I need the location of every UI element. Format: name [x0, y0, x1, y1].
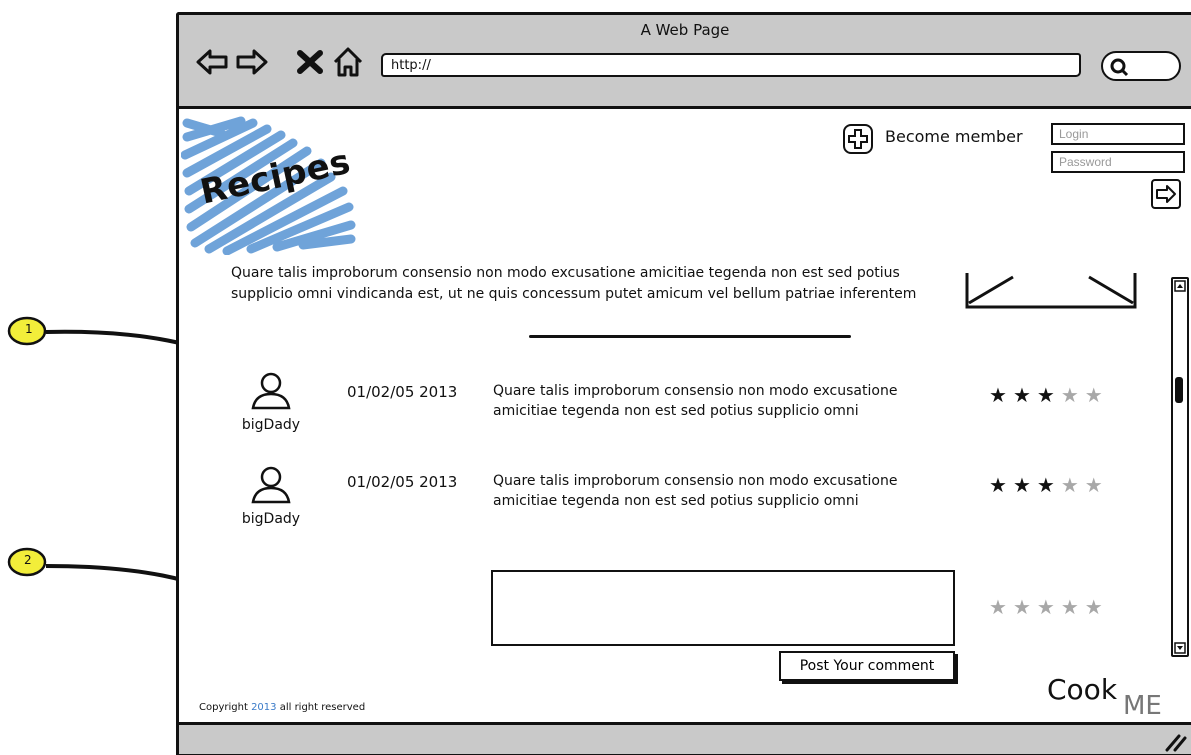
- arrow-up-icon: [1174, 280, 1186, 292]
- star-icon: ★: [989, 473, 1013, 497]
- intro-line: supplicio omni vindicanda est, ut ne qui…: [231, 286, 917, 302]
- annotation-marker-1: 1: [6, 314, 47, 346]
- page-scrollbar[interactable]: [1171, 277, 1189, 657]
- star-icon: ★: [1012, 473, 1037, 497]
- arrow-down-icon: [1174, 642, 1186, 654]
- browser-search-box[interactable]: [1101, 51, 1181, 81]
- forward-icon[interactable]: [235, 45, 269, 79]
- back-icon[interactable]: [195, 45, 229, 79]
- star-icon: ★: [1036, 383, 1061, 407]
- annotation-number-1: 1: [25, 322, 33, 336]
- star-icon[interactable]: ★: [1085, 595, 1109, 619]
- star-icon: ★: [1012, 383, 1037, 407]
- comment-line: Quare talis improborum consensio non mod…: [493, 383, 898, 399]
- search-icon: [1110, 58, 1129, 77]
- recipe-intro: Quare talis improborum consensio non mod…: [231, 263, 943, 305]
- browser-window: A Web Page http:// Recipes Become member…: [176, 12, 1191, 755]
- comment-date: 01/02/05 2013: [347, 473, 458, 491]
- scroll-up-button[interactable]: [1173, 279, 1187, 293]
- star-icon: ★: [1060, 473, 1085, 497]
- comment-username[interactable]: bigDady: [231, 511, 311, 527]
- home-icon[interactable]: [331, 45, 365, 79]
- add-member-icon[interactable]: [842, 123, 874, 155]
- comment-author: bigDady: [231, 465, 311, 527]
- copyright-prefix: Copyright: [199, 702, 248, 713]
- login-submit-button[interactable]: [1151, 179, 1181, 209]
- new-comment-input[interactable]: [491, 570, 955, 646]
- star-icon: ★: [1084, 473, 1109, 497]
- comment-author: bigDady: [231, 371, 311, 433]
- browser-toolbar: A Web Page http://: [179, 15, 1191, 109]
- arrow-right-icon: [1156, 185, 1176, 203]
- copyright-suffix: all right reserved: [279, 702, 366, 713]
- star-icon[interactable]: ★: [989, 595, 1013, 619]
- scroll-thumb[interactable]: [1175, 377, 1183, 403]
- comment-date: 01/02/05 2013: [347, 383, 458, 401]
- new-comment-rating[interactable]: ★★★★★: [989, 595, 1109, 619]
- comment-rating: ★★★★★: [989, 473, 1109, 497]
- star-icon: ★: [1084, 383, 1109, 407]
- star-icon: ★: [1060, 383, 1085, 407]
- resize-grip-icon[interactable]: [1161, 730, 1187, 752]
- annotation-number-2: 2: [24, 553, 32, 567]
- become-member-link[interactable]: Become member: [885, 127, 1023, 146]
- user-avatar-icon: [251, 466, 291, 504]
- star-icon[interactable]: ★: [1037, 595, 1061, 619]
- url-bar[interactable]: http://: [381, 53, 1081, 77]
- browser-status-bar: [179, 722, 1191, 754]
- star-icon: ★: [1036, 473, 1061, 497]
- comment-line: amicitiae tegenda non est sed potius sup…: [493, 403, 859, 419]
- section-divider: [529, 335, 851, 338]
- copyright-text: Copyright 2013 all right reserved: [199, 702, 365, 713]
- comment-line: amicitiae tegenda non est sed potius sup…: [493, 493, 859, 509]
- user-avatar-icon: [251, 372, 291, 410]
- annotation-marker-2: 2: [6, 545, 47, 577]
- stop-icon[interactable]: [293, 45, 327, 79]
- comment-rating: ★★★★★: [989, 383, 1109, 407]
- recipe-image-placeholder: [965, 273, 1137, 309]
- comment-username[interactable]: bigDady: [231, 417, 311, 433]
- post-comment-button[interactable]: Post Your comment: [779, 651, 955, 681]
- comment-body: Quare talis improborum consensio non mod…: [493, 381, 953, 421]
- login-field[interactable]: [1051, 123, 1185, 145]
- brand-me: ME: [1123, 691, 1162, 721]
- scroll-down-button[interactable]: [1173, 641, 1187, 655]
- window-title: A Web Page: [640, 21, 730, 39]
- comment-line: Quare talis improborum consensio non mod…: [493, 473, 898, 489]
- star-icon: ★: [989, 383, 1013, 407]
- star-icon[interactable]: ★: [1061, 595, 1085, 619]
- intro-line: Quare talis improborum consensio non mod…: [231, 265, 900, 281]
- star-icon[interactable]: ★: [1013, 595, 1037, 619]
- brand-cook: Cook: [1047, 673, 1118, 706]
- password-field[interactable]: [1051, 151, 1185, 173]
- copyright-year: 2013: [251, 702, 277, 713]
- comment-body: Quare talis improborum consensio non mod…: [493, 471, 953, 511]
